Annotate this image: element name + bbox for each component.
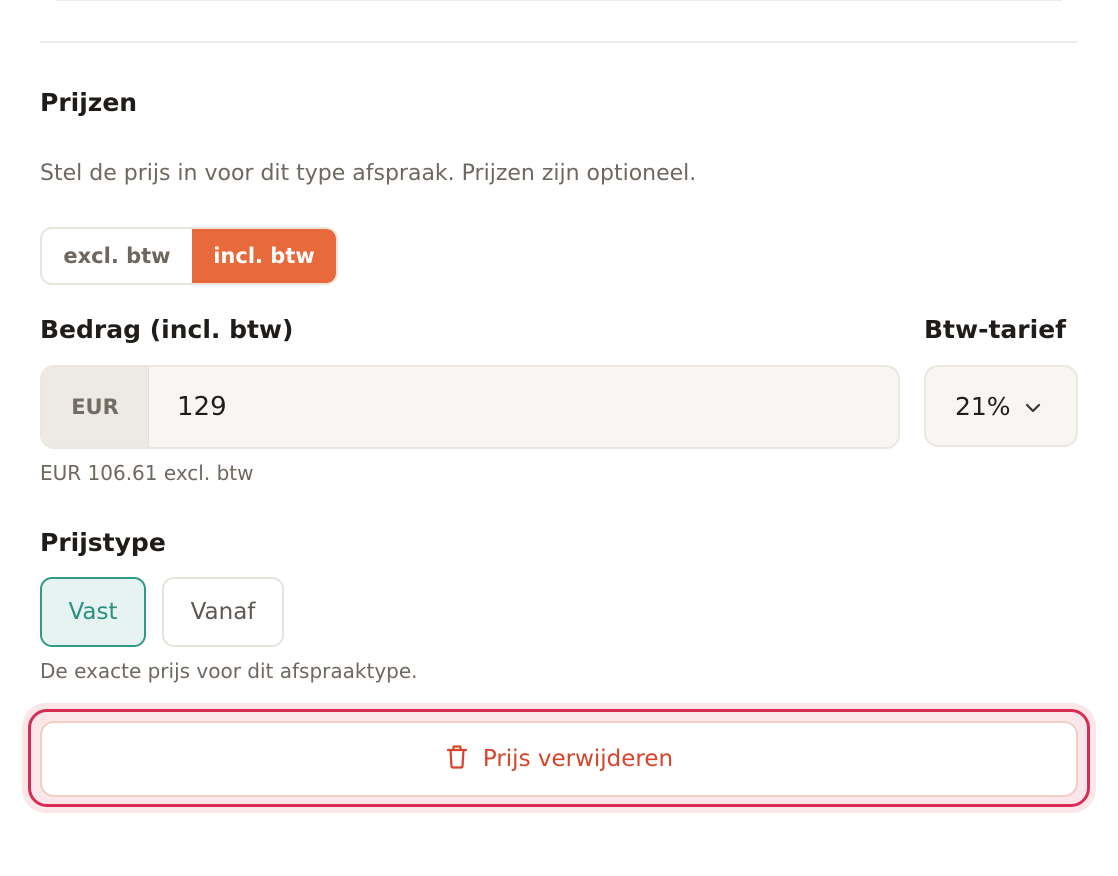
top-divider	[56, 0, 1062, 1]
section-description: Stel de prijs in voor dit type afspraak.…	[40, 161, 697, 186]
price-type-hint: De exacte prijs voor dit afspraaktype.	[40, 659, 418, 683]
incl-btw-option[interactable]: incl. btw	[192, 229, 336, 283]
vat-rate-value: 21%	[955, 391, 1011, 421]
vat-rate-label: Btw-tarief	[924, 315, 1067, 344]
excl-btw-option[interactable]: excl. btw	[42, 229, 192, 283]
remove-price-button[interactable]: Prijs verwijderen	[40, 721, 1078, 797]
price-type-label: Prijstype	[40, 528, 166, 557]
tax-mode-toggle: excl. btw incl. btw	[40, 227, 338, 285]
chevron-down-icon	[1024, 399, 1042, 418]
amount-field: EUR	[40, 365, 900, 449]
amount-input[interactable]	[149, 367, 898, 447]
vat-rate-select[interactable]: 21%	[924, 365, 1078, 447]
amount-label: Bedrag (incl. btw)	[40, 315, 294, 344]
price-type-fixed[interactable]: Vast	[40, 577, 146, 647]
section-divider	[40, 41, 1078, 43]
currency-prefix: EUR	[42, 367, 149, 447]
trash-icon	[445, 744, 469, 774]
amount-excl-hint: EUR 106.61 excl. btw	[40, 461, 254, 485]
remove-price-label: Prijs verwijderen	[482, 746, 674, 772]
section-title: Prijzen	[40, 88, 138, 117]
price-type-from[interactable]: Vanaf	[162, 577, 284, 647]
